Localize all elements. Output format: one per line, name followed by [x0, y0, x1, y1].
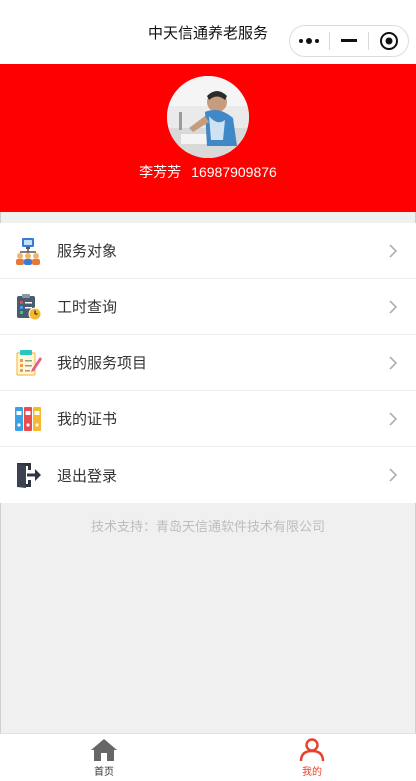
- menu-item-work-hours[interactable]: 工时查询: [0, 279, 416, 335]
- notepad-icon: [14, 349, 42, 377]
- chevron-right-icon: [389, 468, 398, 482]
- mini-program-capsule: [289, 25, 409, 57]
- avatar[interactable]: [167, 76, 249, 158]
- clipboard-clock-icon: [14, 293, 42, 321]
- more-button[interactable]: [290, 26, 329, 56]
- menu-item-logout[interactable]: 退出登录: [0, 447, 416, 503]
- chevron-right-icon: [389, 412, 398, 426]
- menu-item-my-certificates[interactable]: 我的证书: [0, 391, 416, 447]
- tab-label: 首页: [94, 767, 114, 778]
- menu-item-label: 我的服务项目: [57, 355, 148, 372]
- home-icon: [91, 739, 117, 761]
- people-icon: [14, 237, 42, 265]
- chevron-right-icon: [389, 300, 398, 314]
- menu-item-label: 服务对象: [57, 243, 118, 260]
- chevron-right-icon: [389, 356, 398, 370]
- user-phone: 16987909876: [191, 164, 277, 180]
- more-dots-icon: [299, 38, 320, 44]
- menu-item-service-targets[interactable]: 服务对象: [0, 223, 416, 279]
- tech-support-text: 技术支持：青岛天信通软件技术有限公司: [90, 519, 325, 534]
- minimize-icon: [341, 39, 357, 42]
- tab-home[interactable]: 首页: [0, 734, 208, 781]
- user-name: 李芳芳: [139, 164, 182, 180]
- profile-banner: 李芳芳 16987909876: [0, 64, 416, 212]
- minimize-button[interactable]: [330, 26, 369, 56]
- navigation-bar: 中天信通养老服务: [0, 0, 416, 64]
- menu-item-label: 退出登录: [57, 467, 118, 485]
- person-icon: [299, 738, 325, 762]
- target-close-icon: [379, 32, 398, 50]
- menu-item-label: 我的证书: [57, 411, 118, 428]
- binders-icon: [14, 405, 42, 433]
- tab-mine[interactable]: 我的: [208, 734, 416, 781]
- tab-label: 我的: [302, 767, 322, 778]
- close-button[interactable]: [369, 26, 408, 56]
- menu-list: 服务对象 工时查询 我的服务项目 我的证书 退出登录: [0, 223, 416, 503]
- user-info: 李芳芳 16987909876: [0, 162, 416, 182]
- chevron-right-icon: [389, 244, 398, 258]
- tab-bar: 首页 我的: [0, 733, 416, 781]
- menu-item-my-services[interactable]: 我的服务项目: [0, 335, 416, 391]
- page-title-text: 中天信通养老服务: [147, 24, 268, 42]
- menu-item-label: 工时查询: [57, 299, 118, 316]
- logout-icon: [14, 461, 42, 489]
- avatar-photo-icon: [167, 76, 249, 158]
